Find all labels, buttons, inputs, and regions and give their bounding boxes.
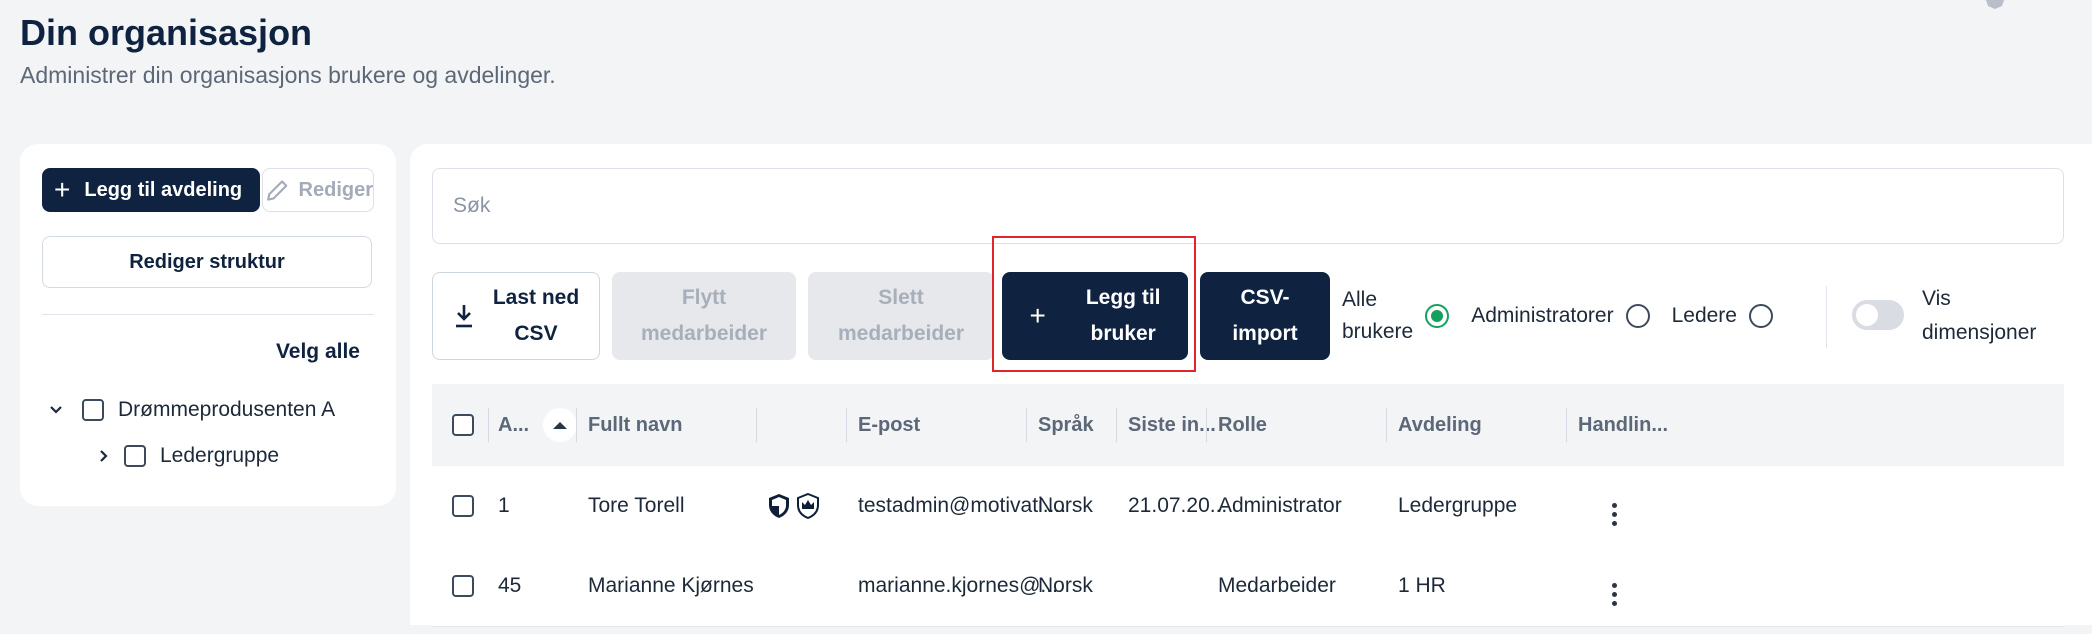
download-icon bbox=[455, 305, 472, 328]
pencil-icon bbox=[267, 180, 288, 201]
cell-department: 1 HR bbox=[1398, 574, 1446, 597]
cell-role: Administrator bbox=[1218, 494, 1342, 517]
shield-icon bbox=[769, 494, 789, 518]
chevron-right-icon[interactable] bbox=[94, 446, 114, 466]
filter-label: Administratorer bbox=[1471, 304, 1614, 327]
page-title: Din organisasjon bbox=[20, 12, 313, 53]
column-header-language[interactable]: Språk bbox=[1038, 384, 1094, 466]
column-divider bbox=[846, 408, 847, 442]
gear-icon[interactable] bbox=[1982, 0, 2008, 10]
column-header-name[interactable]: Fullt navn bbox=[588, 384, 682, 466]
tree-checkbox[interactable] bbox=[124, 445, 146, 467]
table-row[interactable]: 45 Marianne Kjørnes marianne.kjornes@...… bbox=[432, 546, 2064, 627]
department-panel: + Legg til avdeling Rediger Rediger stru… bbox=[20, 144, 396, 506]
search-input[interactable]: Søk bbox=[432, 168, 2064, 244]
column-divider bbox=[1116, 408, 1117, 442]
table-row[interactable]: 1 Tore Torell testadmin@motivati.... Nor… bbox=[432, 466, 2064, 547]
search-placeholder: Søk bbox=[453, 194, 491, 217]
filter-administrators[interactable]: Administratorer bbox=[1471, 300, 1650, 332]
row-actions-menu[interactable] bbox=[1611, 474, 1617, 554]
show-dimensions-toggle[interactable] bbox=[1852, 300, 1904, 330]
csv-import-label: CSV- import bbox=[1232, 286, 1298, 345]
row-actions-menu[interactable] bbox=[1611, 554, 1617, 634]
cell-name: Marianne Kjørnes bbox=[588, 574, 754, 597]
cell-language: Norsk bbox=[1038, 494, 1093, 517]
column-divider bbox=[576, 408, 577, 442]
tree-item-root[interactable]: Drømmeprodusenten A bbox=[46, 398, 335, 422]
column-header-actions: Handlin... bbox=[1578, 413, 1668, 436]
column-divider bbox=[756, 408, 757, 442]
cell-language: Norsk bbox=[1038, 574, 1093, 597]
cell-department: Ledergruppe bbox=[1398, 494, 1518, 517]
cell-id: 1 bbox=[498, 494, 510, 517]
table-header: A... Fullt navn E-post Språk Siste in...… bbox=[432, 384, 2064, 466]
move-employees-label: Flytt medarbeider bbox=[640, 286, 768, 345]
column-divider bbox=[1386, 408, 1387, 442]
filter-label: Alle brukere bbox=[1342, 288, 1414, 343]
filter-all-users[interactable]: Alle brukere bbox=[1342, 284, 1450, 348]
radio[interactable] bbox=[1748, 304, 1773, 328]
csv-import-button[interactable]: CSV- import bbox=[1200, 272, 1330, 360]
tree-checkbox[interactable] bbox=[82, 399, 104, 421]
add-department-label: Legg til avdeling bbox=[84, 178, 243, 201]
column-divider bbox=[1206, 408, 1207, 442]
edit-label: Rediger bbox=[298, 178, 373, 201]
tree-item-label: Drømmeprodusenten A bbox=[118, 398, 336, 421]
cell-email: marianne.kjornes@... bbox=[858, 574, 1058, 597]
row-checkbox[interactable] bbox=[452, 575, 474, 597]
download-csv-label: Last ned CSV bbox=[492, 286, 580, 345]
download-csv-button[interactable]: Last ned CSV bbox=[432, 272, 600, 360]
page-subtitle: Administrer din organisasjons brukere og… bbox=[20, 62, 556, 88]
delete-employees-button[interactable]: Slett medarbeider bbox=[808, 272, 994, 360]
user-filter-group: Alle brukere Administratorer Ledere bbox=[1342, 272, 1795, 360]
delete-employees-label: Slett medarbeider bbox=[837, 286, 965, 345]
highlight-box bbox=[992, 236, 1196, 372]
tree-item-label: Ledergruppe bbox=[160, 444, 280, 467]
cell-name: Tore Torell bbox=[588, 494, 685, 517]
cell-last-login: 21.07.20... bbox=[1128, 494, 1228, 517]
filter-label: Ledere bbox=[1671, 304, 1737, 327]
column-header-email[interactable]: E-post bbox=[858, 384, 920, 466]
select-all-checkbox-cell[interactable] bbox=[452, 384, 474, 466]
crown-badge-icon bbox=[797, 493, 819, 519]
select-all-link[interactable]: Velg alle bbox=[276, 340, 360, 364]
column-header-id[interactable]: A... bbox=[498, 384, 578, 466]
divider bbox=[42, 314, 374, 315]
cell-email: testadmin@motivati.... bbox=[858, 494, 1067, 517]
row-checkbox-cell[interactable] bbox=[452, 466, 474, 546]
column-divider bbox=[1566, 408, 1567, 442]
column-divider bbox=[488, 408, 489, 442]
move-employees-button[interactable]: Flytt medarbeider bbox=[612, 272, 796, 360]
plus-icon: + bbox=[54, 174, 71, 205]
users-panel: Søk Last ned CSV Flytt medarbeider Slett… bbox=[410, 144, 2092, 627]
select-all-checkbox[interactable] bbox=[452, 414, 474, 436]
radio[interactable] bbox=[1625, 304, 1650, 328]
filter-leaders[interactable]: Ledere bbox=[1672, 300, 1773, 332]
edit-department-button[interactable]: Rediger bbox=[262, 168, 374, 212]
role-badges bbox=[768, 466, 820, 546]
column-header-label: A... bbox=[498, 413, 530, 436]
column-header-department[interactable]: Avdeling bbox=[1398, 384, 1482, 466]
tree-item-child[interactable]: Ledergruppe bbox=[94, 444, 279, 468]
radio-selected[interactable] bbox=[1425, 304, 1450, 328]
row-checkbox[interactable] bbox=[452, 495, 474, 517]
add-department-button[interactable]: + Legg til avdeling bbox=[42, 168, 260, 212]
show-dimensions-label: Vis dimensjoner bbox=[1922, 287, 2037, 344]
divider bbox=[1826, 286, 1827, 348]
column-divider bbox=[1026, 408, 1027, 442]
edit-structure-button[interactable]: Rediger struktur bbox=[42, 236, 372, 288]
sort-icon[interactable] bbox=[543, 408, 578, 442]
column-header-role[interactable]: Rolle bbox=[1218, 384, 1267, 466]
cell-id: 45 bbox=[498, 574, 522, 597]
more-vertical-icon[interactable] bbox=[1611, 502, 1617, 526]
row-checkbox-cell[interactable] bbox=[452, 546, 474, 626]
column-header-last-login[interactable]: Siste in... bbox=[1128, 384, 1216, 466]
chevron-down-icon[interactable] bbox=[46, 400, 66, 420]
cell-role: Medarbeider bbox=[1218, 574, 1336, 597]
more-vertical-icon[interactable] bbox=[1611, 582, 1617, 606]
